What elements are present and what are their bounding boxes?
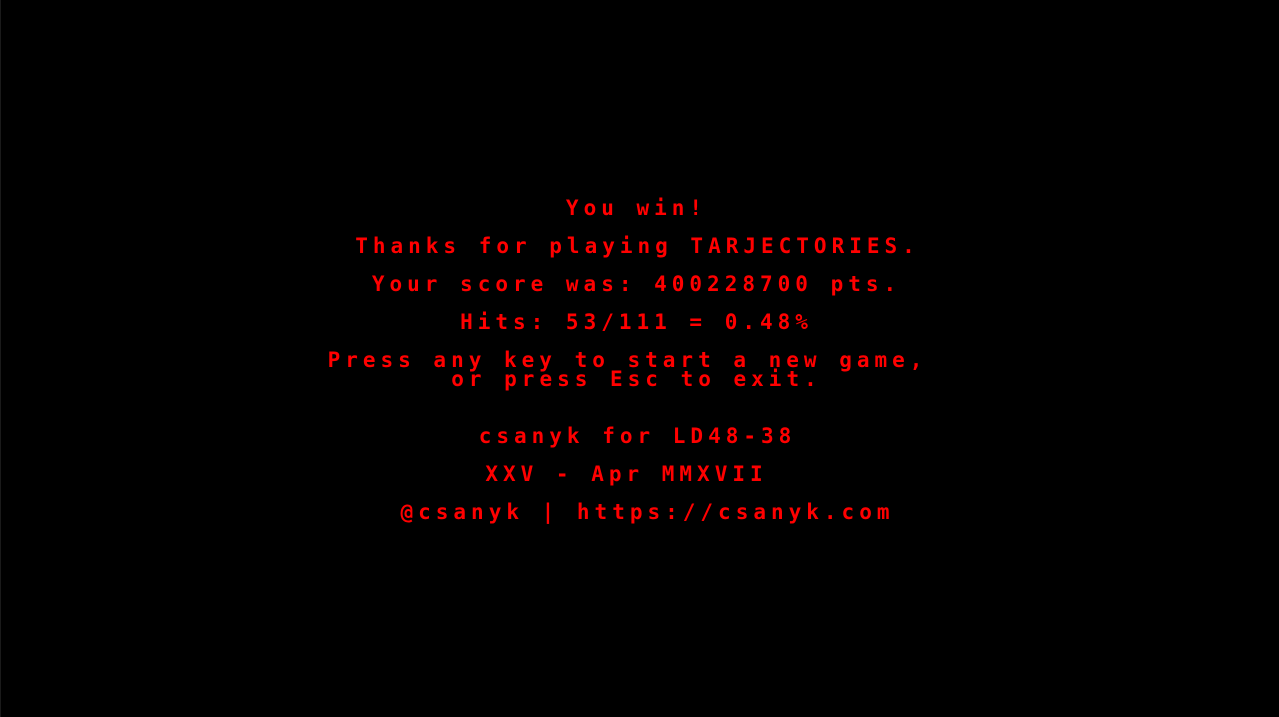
game-screen[interactable]: You win! Thanks for playing TARJECTORIES… (0, 0, 1279, 717)
author-credit: csanyk for LD48-38 (478, 424, 797, 448)
score-message: Your score was: 400228700 pts. (371, 272, 902, 296)
thanks-message: Thanks for playing TARJECTORIES. (355, 234, 920, 258)
prompt-line-2: or press Esc to exit. (451, 367, 822, 391)
date-credit: XXV - Apr MMXVII (485, 462, 768, 486)
hits-message: Hits: 53/111 = 0.48% (460, 310, 813, 334)
win-message: You win! (565, 196, 708, 220)
contact-credit: @csanyk | https://csanyk.com (400, 500, 895, 524)
